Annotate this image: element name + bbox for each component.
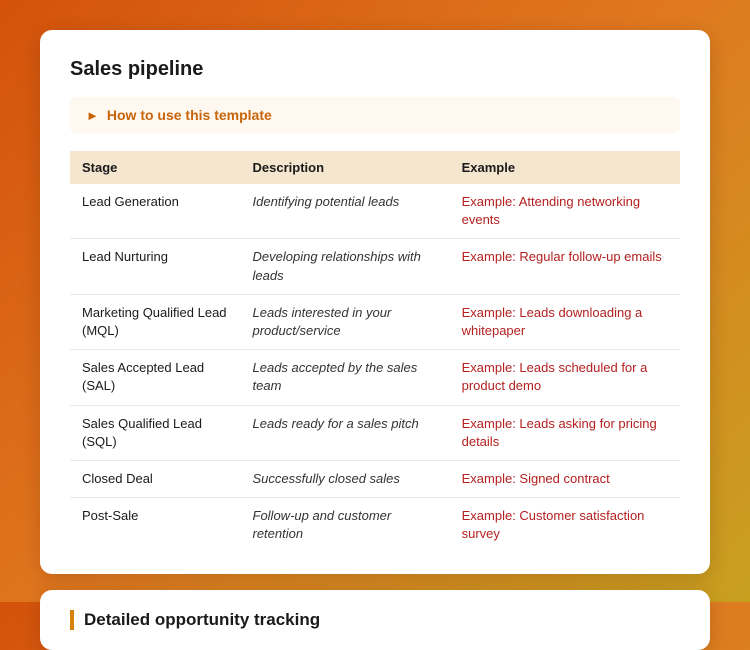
- cell-example: Example: Leads scheduled for a product d…: [450, 350, 680, 405]
- cell-stage: Post-Sale: [70, 498, 241, 553]
- cell-description: Leads accepted by the sales team: [241, 350, 450, 405]
- col-example: Example: [450, 151, 680, 184]
- cell-example: Example: Leads downloading a whitepaper: [450, 294, 680, 349]
- cell-example: Example: Attending networking events: [450, 184, 680, 239]
- cell-description: Developing relationships with leads: [241, 239, 450, 294]
- cell-description: Follow-up and customer retention: [241, 498, 450, 553]
- cell-example: Example: Regular follow-up emails: [450, 239, 680, 294]
- cell-stage: Sales Accepted Lead (SAL): [70, 350, 241, 405]
- table-row: Lead NurturingDeveloping relationships w…: [70, 239, 680, 294]
- pipeline-table: Stage Description Example Lead Generatio…: [70, 151, 680, 552]
- how-to-arrow-icon: ►: [86, 108, 99, 123]
- table-row: Lead GenerationIdentifying potential lea…: [70, 184, 680, 239]
- cell-example: Example: Leads asking for pricing detail…: [450, 405, 680, 460]
- cell-description: Successfully closed sales: [241, 460, 450, 497]
- how-to-label: How to use this template: [107, 107, 272, 123]
- cell-stage: Sales Qualified Lead (SQL): [70, 405, 241, 460]
- how-to-banner[interactable]: ► How to use this template: [70, 97, 680, 133]
- sales-pipeline-card: Sales pipeline ► How to use this templat…: [40, 30, 710, 574]
- cell-stage: Closed Deal: [70, 460, 241, 497]
- cell-stage: Marketing Qualified Lead (MQL): [70, 294, 241, 349]
- cell-description: Identifying potential leads: [241, 184, 450, 239]
- table-row: Marketing Qualified Lead (MQL)Leads inte…: [70, 294, 680, 349]
- bottom-card-title: Detailed opportunity tracking: [70, 610, 680, 630]
- bottom-card: Detailed opportunity tracking: [40, 590, 710, 650]
- cell-example: Example: Customer satisfaction survey: [450, 498, 680, 553]
- col-stage: Stage: [70, 151, 241, 184]
- table-header-row: Stage Description Example: [70, 151, 680, 184]
- col-description: Description: [241, 151, 450, 184]
- cell-stage: Lead Generation: [70, 184, 241, 239]
- cell-example: Example: Signed contract: [450, 460, 680, 497]
- table-row: Sales Accepted Lead (SAL)Leads accepted …: [70, 350, 680, 405]
- cell-description: Leads ready for a sales pitch: [241, 405, 450, 460]
- cell-description: Leads interested in your product/service: [241, 294, 450, 349]
- card-title: Sales pipeline: [70, 58, 680, 81]
- table-row: Sales Qualified Lead (SQL)Leads ready fo…: [70, 405, 680, 460]
- table-row: Post-SaleFollow-up and customer retentio…: [70, 498, 680, 553]
- cell-stage: Lead Nurturing: [70, 239, 241, 294]
- table-row: Closed DealSuccessfully closed salesExam…: [70, 460, 680, 497]
